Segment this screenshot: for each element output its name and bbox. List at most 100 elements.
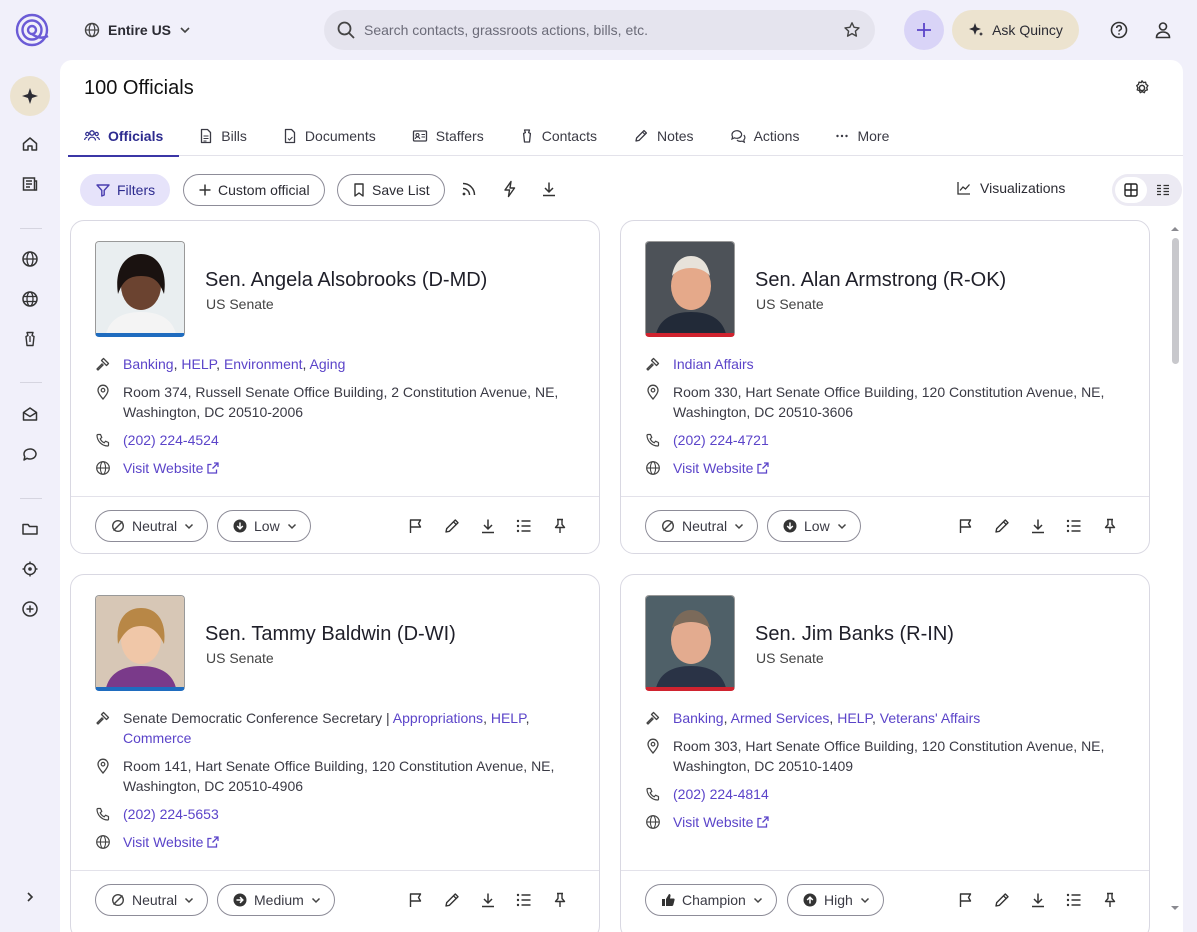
lightning-icon[interactable]: [501, 180, 519, 198]
app-logo-icon[interactable]: [14, 12, 50, 48]
pin-icon[interactable]: [551, 891, 569, 909]
committee-link[interactable]: Armed Services: [731, 710, 830, 726]
phone-link[interactable]: (202) 224-4814: [673, 784, 769, 804]
pencil-icon[interactable]: [993, 517, 1011, 535]
priority-dropdown[interactable]: High: [787, 884, 884, 916]
phone-link[interactable]: (202) 224-4721: [673, 430, 769, 450]
website-link[interactable]: Visit Website: [123, 832, 220, 852]
gear-icon[interactable]: [1133, 79, 1151, 97]
pin-icon[interactable]: [551, 517, 569, 535]
sentiment-dropdown[interactable]: Neutral: [645, 510, 759, 542]
target-icon[interactable]: [20, 559, 40, 579]
list-icon[interactable]: [515, 517, 533, 535]
committee-link[interactable]: Environment: [224, 356, 303, 372]
flag-icon[interactable]: [957, 517, 975, 535]
tab-contacts[interactable]: Contacts: [504, 116, 613, 156]
official-name[interactable]: Sen. Alan Armstrong (R-OK): [755, 269, 1006, 292]
tab-notes[interactable]: Notes: [617, 116, 710, 156]
list-icon[interactable]: [1065, 517, 1083, 535]
download-icon[interactable]: [540, 180, 558, 198]
filters-button[interactable]: Filters: [80, 174, 171, 206]
scope-selector[interactable]: Entire US: [84, 18, 191, 42]
committee-link[interactable]: Banking: [673, 710, 724, 726]
pin-icon[interactable]: [1101, 891, 1119, 909]
sentiment-dropdown[interactable]: Champion: [645, 884, 777, 916]
tab-staffers[interactable]: Staffers: [396, 116, 500, 156]
user-account-icon[interactable]: [1153, 20, 1173, 40]
download-icon[interactable]: [1029, 891, 1047, 909]
official-photo[interactable]: [95, 241, 185, 337]
priority-dropdown[interactable]: Medium: [217, 884, 335, 916]
committee-link[interactable]: Appropriations: [393, 710, 483, 726]
official-photo[interactable]: [95, 595, 185, 691]
committee-link[interactable]: Veterans' Affairs: [880, 710, 980, 726]
tab-officials[interactable]: Officials: [68, 116, 180, 157]
committee-link[interactable]: Banking: [123, 356, 174, 372]
phone-link[interactable]: (202) 224-5653: [123, 804, 219, 824]
tab-more[interactable]: More: [819, 116, 905, 156]
committee-link[interactable]: HELP: [837, 710, 872, 726]
priority-dropdown[interactable]: Low: [217, 510, 311, 542]
help-icon[interactable]: [1109, 20, 1129, 40]
pencil-icon[interactable]: [993, 891, 1011, 909]
custom-official-button[interactable]: Custom official: [183, 174, 325, 206]
list-icon[interactable]: [515, 891, 533, 909]
flag-icon[interactable]: [407, 891, 425, 909]
flag-icon[interactable]: [407, 517, 425, 535]
ask-quincy-button[interactable]: Ask Quincy: [952, 10, 1079, 50]
sidebar-ai-button[interactable]: [10, 76, 50, 116]
official-photo[interactable]: [645, 595, 735, 691]
expand-sidebar-icon[interactable]: [20, 887, 40, 907]
committee-link[interactable]: HELP: [491, 710, 526, 726]
grid-view-icon[interactable]: [1115, 177, 1147, 203]
scrollbar[interactable]: [1168, 220, 1182, 920]
save-list-button[interactable]: Save List: [337, 174, 445, 206]
official-card[interactable]: Sen. Jim Banks (R-IN) US Senate Banking,…: [620, 574, 1150, 932]
scrollbar-thumb[interactable]: [1172, 238, 1179, 364]
mail-open-icon[interactable]: [20, 404, 40, 424]
official-card[interactable]: Sen. Tammy Baldwin (D-WI) US Senate Sena…: [70, 574, 600, 932]
download-icon[interactable]: [479, 891, 497, 909]
official-name[interactable]: Sen. Jim Banks (R-IN): [755, 623, 954, 646]
pin-icon[interactable]: [1101, 517, 1119, 535]
pencil-icon[interactable]: [443, 891, 461, 909]
create-button[interactable]: [904, 10, 944, 50]
tab-bills[interactable]: Bills: [183, 116, 263, 156]
newspaper-icon[interactable]: [20, 174, 40, 194]
official-card[interactable]: Sen. Angela Alsobrooks (D-MD) US Senate …: [70, 220, 600, 554]
download-icon[interactable]: [1029, 517, 1047, 535]
committee-link[interactable]: Commerce: [123, 730, 191, 746]
official-photo[interactable]: [645, 241, 735, 337]
globe-icon[interactable]: [20, 249, 40, 269]
website-link[interactable]: Visit Website: [673, 812, 770, 832]
list-view-icon[interactable]: [1147, 177, 1179, 203]
list-icon[interactable]: [1065, 891, 1083, 909]
star-icon[interactable]: [843, 21, 861, 39]
committee-link[interactable]: HELP: [181, 356, 216, 372]
official-card[interactable]: Sen. Alan Armstrong (R-OK) US Senate Ind…: [620, 220, 1150, 554]
rss-icon[interactable]: [460, 180, 478, 198]
official-name[interactable]: Sen. Angela Alsobrooks (D-MD): [205, 269, 487, 292]
visualizations-button[interactable]: Visualizations: [956, 180, 1065, 196]
globe-network-icon[interactable]: [20, 289, 40, 309]
committee-link[interactable]: Indian Affairs: [673, 356, 754, 372]
search-input[interactable]: [364, 22, 843, 38]
tab-actions[interactable]: Actions: [714, 116, 816, 156]
folder-icon[interactable]: [20, 519, 40, 539]
sentiment-dropdown[interactable]: Neutral: [95, 884, 209, 916]
tab-documents[interactable]: Documents: [267, 116, 392, 156]
download-icon[interactable]: [479, 517, 497, 535]
person-tie-icon[interactable]: [20, 329, 40, 349]
phone-link[interactable]: (202) 224-4524: [123, 430, 219, 450]
priority-dropdown[interactable]: Low: [767, 510, 861, 542]
website-link[interactable]: Visit Website: [123, 458, 220, 478]
chat-bubble-icon[interactable]: [20, 444, 40, 464]
website-link[interactable]: Visit Website: [673, 458, 770, 478]
flag-icon[interactable]: [957, 891, 975, 909]
pencil-icon[interactable]: [443, 517, 461, 535]
home-icon[interactable]: [20, 134, 40, 154]
add-circle-icon[interactable]: [20, 599, 40, 619]
official-name[interactable]: Sen. Tammy Baldwin (D-WI): [205, 623, 456, 646]
committee-link[interactable]: Aging: [310, 356, 346, 372]
sentiment-dropdown[interactable]: Neutral: [95, 510, 209, 542]
